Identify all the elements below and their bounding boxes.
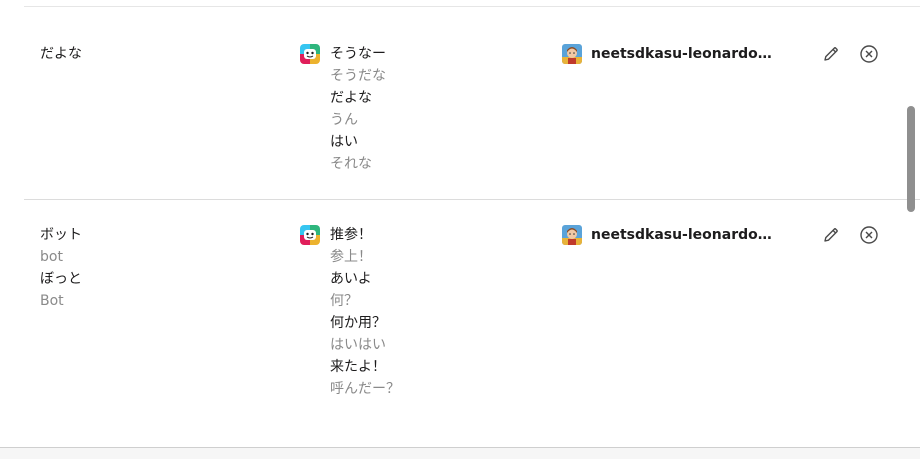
- response-text: うん: [330, 112, 358, 128]
- trigger-list: だよな: [40, 43, 82, 65]
- row-actions: [820, 43, 880, 65]
- remove-circle-icon[interactable]: [858, 43, 880, 65]
- author-name[interactable]: neetsdkasu-leonardo…: [591, 224, 772, 246]
- slackbot-icon: [300, 225, 320, 245]
- response-text: 何？: [330, 293, 358, 309]
- pencil-icon[interactable]: [820, 224, 842, 246]
- trigger-text: ボット: [40, 227, 82, 243]
- slackbot-icon: [300, 44, 320, 64]
- pencil-icon[interactable]: [820, 43, 842, 65]
- response-text: はい: [330, 134, 358, 150]
- user-avatar: [562, 44, 582, 64]
- scrollbar[interactable]: [906, 0, 920, 448]
- response-text: だよな: [330, 90, 372, 106]
- trigger-text: ぼっと: [40, 271, 82, 287]
- response-text: 呼んだー？: [330, 381, 400, 397]
- trigger-text: bot: [40, 249, 63, 265]
- author-name[interactable]: neetsdkasu-leonardo…: [591, 43, 772, 65]
- scrollbar-thumb[interactable]: [907, 106, 915, 212]
- user-avatar: [562, 225, 582, 245]
- author: neetsdkasu-leonardo…: [562, 224, 772, 246]
- row-actions: [820, 224, 880, 246]
- trigger-text: だよな: [40, 46, 82, 62]
- response-text: そうなー: [330, 46, 386, 62]
- footer-bar: [0, 447, 920, 459]
- response-list: そうなー そうだな だよな うん はい それな: [300, 43, 386, 175]
- response-list: 推参！ 参上！ あいよ 何？ 何か用？ はいはい 来たよ！ 呼んだー？: [300, 224, 400, 400]
- response-text: 推参！: [330, 227, 372, 243]
- response-text: 何か用？: [330, 315, 386, 331]
- response-text: そうだな: [330, 68, 386, 84]
- response-text: はいはい: [330, 337, 386, 353]
- response-text: あいよ: [330, 271, 372, 287]
- row-divider: [24, 199, 920, 200]
- response-text: それな: [330, 156, 372, 172]
- top-divider: [24, 6, 920, 7]
- trigger-text: Bot: [40, 293, 64, 309]
- author: neetsdkasu-leonardo…: [562, 43, 772, 65]
- response-text: 参上！: [330, 249, 372, 265]
- remove-circle-icon[interactable]: [858, 224, 880, 246]
- response-text: 来たよ！: [330, 359, 386, 375]
- trigger-list: ボット bot ぼっと Bot: [40, 224, 82, 312]
